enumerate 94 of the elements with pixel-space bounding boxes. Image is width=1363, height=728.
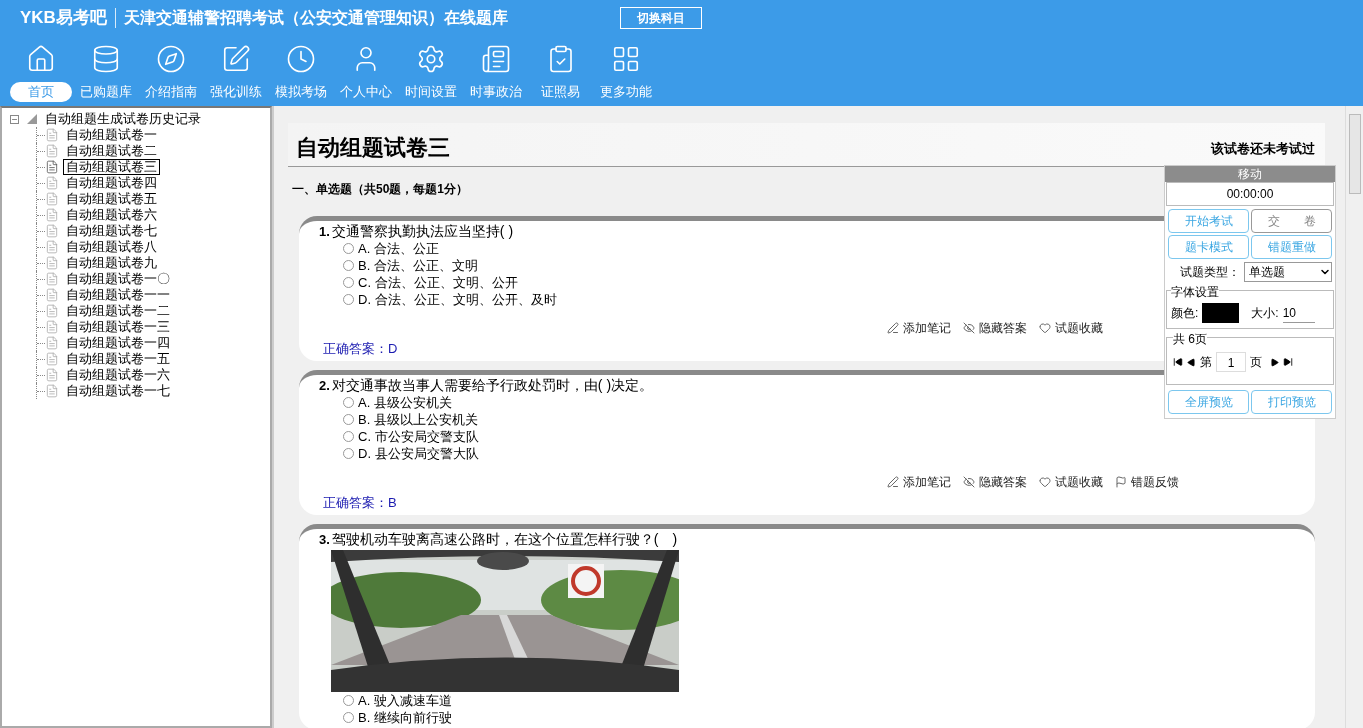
scrollbar[interactable]	[1345, 106, 1363, 728]
next-page-icon[interactable]	[1270, 357, 1279, 367]
document-icon	[45, 160, 59, 174]
app-title: 天津交通辅警招聘考试（公安交通管理知识）在线题库	[123, 8, 508, 28]
radio-button[interactable]	[343, 431, 354, 442]
paper-status: 该试卷还未考试过	[1211, 139, 1315, 158]
document-icon	[45, 368, 59, 382]
document-icon	[45, 304, 59, 318]
question-number: 3.	[319, 532, 330, 548]
action-link[interactable]: 添加笔记	[903, 474, 951, 490]
page-label: 第	[1200, 354, 1212, 371]
newspaper-icon[interactable]	[480, 44, 511, 74]
tree-item[interactable]: 自动组题试卷一五	[63, 351, 173, 367]
timer: 00:00:00	[1166, 182, 1334, 206]
clock-icon[interactable]	[285, 44, 316, 74]
action-link[interactable]: 隐藏答案	[979, 474, 1027, 490]
question-text: 对交通事故当事人需要给予行政处罚时，由( )决定。	[331, 377, 654, 393]
document-icon	[45, 256, 59, 270]
heart-icon	[1039, 476, 1051, 488]
tree-item[interactable]: 自动组题试卷八	[63, 239, 160, 255]
triangle-icon	[27, 114, 37, 124]
tree-item[interactable]: 自动组题试卷二	[63, 143, 160, 159]
heart-icon	[1039, 322, 1051, 334]
eye-off-icon	[963, 476, 975, 488]
action-link[interactable]: 隐藏答案	[979, 320, 1027, 336]
section-title: 一、单选题（共50题，每题1分）	[292, 181, 469, 198]
tree-item[interactable]: 自动组题试卷三	[63, 159, 160, 175]
flag-icon	[1115, 476, 1127, 488]
question-text: 驾驶机动车驶离高速公路时，在这个位置怎样行驶？( )	[331, 531, 678, 547]
correct-answer: 正确答案：D	[323, 340, 399, 357]
radio-button[interactable]	[343, 712, 354, 723]
color-label: 颜色:	[1171, 305, 1199, 322]
page-field[interactable]: 1	[1216, 352, 1246, 372]
previous-page-icon[interactable]	[1187, 357, 1196, 367]
tree-item[interactable]: 自动组题试卷九	[63, 255, 160, 271]
correct-answer: 正确答案：B	[323, 494, 398, 511]
tree-item[interactable]: 自动组题试卷一四	[63, 335, 173, 351]
radio-button[interactable]	[343, 414, 354, 425]
paper-title: 自动组题试卷三	[296, 134, 450, 162]
radio-button[interactable]	[343, 397, 354, 408]
document-icon	[45, 192, 59, 206]
tree-item[interactable]: 自动组题试卷一〇	[63, 271, 173, 287]
first-page-icon[interactable]	[1173, 357, 1183, 367]
size-label: 大小:	[1251, 305, 1279, 322]
document-icon	[45, 176, 59, 190]
document-icon	[45, 320, 59, 334]
tree-item[interactable]: 自动组题试卷一三	[63, 319, 173, 335]
action-link[interactable]: 错题反馈	[1131, 474, 1179, 490]
tree-item[interactable]: 自动组题试卷一七	[63, 383, 173, 399]
tree-item[interactable]: 自动组题试卷五	[63, 191, 160, 207]
tree-item[interactable]: 自动组题试卷四	[63, 175, 160, 191]
document-icon	[45, 336, 59, 350]
document-icon	[45, 128, 59, 142]
document-icon	[45, 224, 59, 238]
radio-button[interactable]	[343, 260, 354, 271]
radio-button[interactable]	[343, 243, 354, 254]
question-number: 2.	[319, 378, 330, 394]
radio-button[interactable]	[343, 294, 354, 305]
tree-item[interactable]: 自动组题试卷六	[63, 207, 160, 223]
radio-button[interactable]	[343, 695, 354, 706]
question-text: 交通警察执勤执法应当坚持( )	[331, 223, 514, 239]
radio-button[interactable]	[343, 448, 354, 459]
tree-item[interactable]: 自动组题试卷一一	[63, 287, 173, 303]
type-select[interactable]: 单选题	[1244, 262, 1332, 282]
tree-item[interactable]: 自动组题试卷一二	[63, 303, 173, 319]
type-label: 试题类型：	[1180, 264, 1240, 281]
tree-item[interactable]: 自动组题试卷七	[63, 223, 160, 239]
document-icon	[45, 288, 59, 302]
document-icon	[45, 352, 59, 366]
size-field[interactable]: 10	[1282, 303, 1315, 323]
app-logo: YKB易考吧	[20, 7, 107, 30]
pen-icon	[887, 322, 899, 334]
color-swatch[interactable]	[1202, 303, 1240, 323]
group-label: 字体设置	[1171, 283, 1219, 301]
tree-root[interactable]: 自动组题生成试卷历史记录	[45, 109, 201, 129]
radio-button[interactable]	[343, 277, 354, 288]
compass-icon[interactable]	[155, 44, 186, 74]
eye-off-icon	[963, 322, 975, 334]
question-number: 1.	[319, 224, 330, 240]
document-icon	[45, 272, 59, 286]
document-icon	[45, 144, 59, 158]
action-link[interactable]: 试题收藏	[1055, 474, 1103, 490]
pen-icon	[887, 476, 899, 488]
action-link[interactable]: 试题收藏	[1055, 320, 1103, 336]
action-link[interactable]: 添加笔记	[903, 320, 951, 336]
collapse-toggle[interactable]	[10, 114, 19, 124]
last-page-icon[interactable]	[1283, 357, 1293, 367]
document-icon	[45, 240, 59, 254]
group-label: 共 6页	[1173, 330, 1207, 348]
tree-item[interactable]: 自动组题试卷一六	[63, 367, 173, 383]
document-icon	[45, 384, 59, 398]
page-label: 页	[1250, 354, 1262, 371]
tree-item[interactable]: 自动组题试卷一	[63, 127, 160, 143]
document-icon	[45, 208, 59, 222]
